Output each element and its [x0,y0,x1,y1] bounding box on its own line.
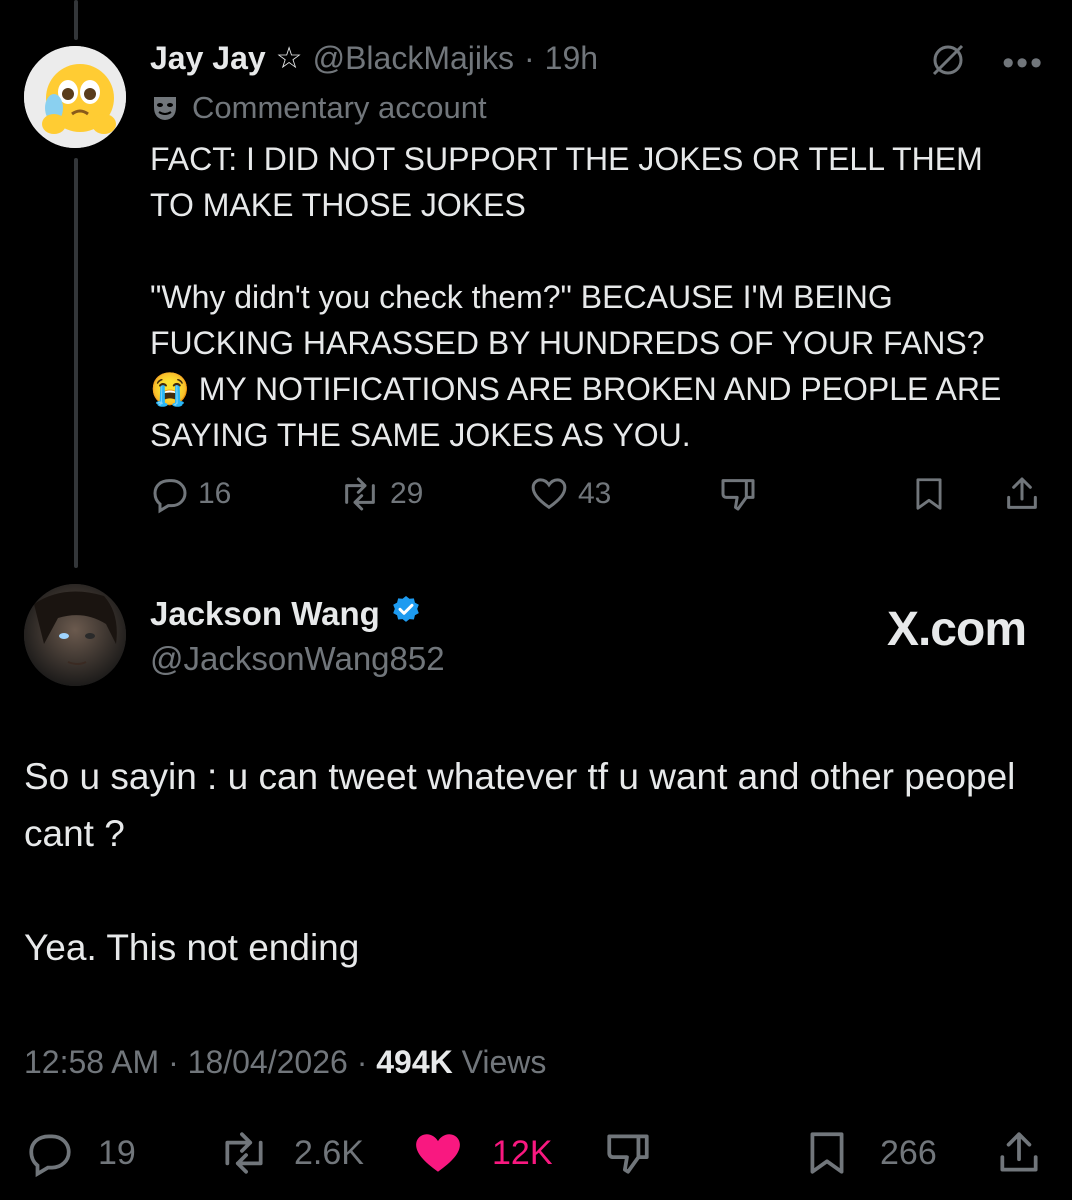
reply-count: 16 [198,477,232,510]
bookmark-icon [916,478,942,510]
thread-line-top [74,0,78,40]
pleading-face-avatar-icon [24,46,126,148]
reply-icon [29,1134,71,1178]
more-icon[interactable]: ••• [1002,46,1044,80]
avatar[interactable] [24,584,126,686]
reply-paragraph-2: "Why didn't you check them?" BECAUSE I'M… [150,279,1002,453]
share-icon [1007,477,1037,509]
main-time[interactable]: 12:58 AM [24,1044,159,1080]
share-button[interactable] [994,1128,1044,1178]
brand-watermark: X.com [886,603,1027,656]
share-button[interactable] [1002,474,1042,514]
reply-text: FACT: I DID NOT SUPPORT THE JOKES OR TEL… [150,136,1030,458]
separator: · [168,1044,179,1080]
views-label: Views [461,1044,547,1080]
separator: · [356,1044,368,1080]
dislike-button[interactable] [602,1128,654,1178]
repost-button[interactable]: 2.6K [216,1128,364,1178]
main-text: So u sayin : u can tweet whatever tf u w… [24,748,1034,976]
dislike-button[interactable] [718,474,758,514]
bookmark-count: 266 [880,1133,937,1172]
dislike-icon [607,1134,649,1174]
bookmark-button[interactable] [910,474,948,514]
like-count: 12K [492,1133,553,1172]
bookmark-button[interactable]: 266 [802,1128,937,1178]
like-button[interactable]: 43 [528,474,611,514]
verified-badge-icon [390,594,422,634]
reply-icon [153,479,187,514]
share-icon [1000,1132,1038,1172]
repost-icon [225,1132,263,1174]
like-icon [416,1134,460,1172]
repost-count: 2.6K [294,1133,364,1172]
reply-display-name[interactable]: Jay Jay [150,40,266,77]
main-handle[interactable]: @JacksonWang852 [150,640,445,678]
main-date[interactable]: 18/04/2026 [188,1044,348,1080]
thread-line [74,158,78,568]
reply-header-icons: ••• [928,40,1044,85]
commentary-text: Commentary account [192,90,487,125]
dislike-icon [721,479,755,511]
like-button[interactable]: 12K [410,1128,553,1178]
main-name-row: Jackson Wang [150,594,445,634]
reply-action-bar: 16 29 43 [150,474,1046,516]
star-icon: ☆ [275,42,303,75]
repost-icon [345,477,375,511]
views-count: 494K [376,1044,453,1080]
reply-handle[interactable]: @BlackMajiks [313,40,514,77]
main-action-bar: 19 2.6K 12K 266 [24,1128,1048,1178]
repost-count: 29 [390,477,424,510]
reply-button[interactable]: 16 [150,474,231,514]
bookmark-icon [810,1132,844,1174]
reply-time[interactable]: 19h [545,40,598,77]
main-display-name[interactable]: Jackson Wang [150,595,380,633]
reply-button[interactable]: 19 [24,1128,136,1178]
separator: · [523,40,535,76]
main-paragraph-1: So u sayin : u can tweet whatever tf u w… [24,756,1016,854]
repost-button[interactable]: 29 [338,474,423,514]
main-paragraph-2: Yea. This not ending [24,927,360,968]
mask-icon [150,93,180,123]
reply-count: 19 [98,1133,136,1172]
like-count: 43 [578,477,612,510]
like-icon [531,478,567,510]
reply-author-row: Jay Jay ☆ @BlackMajiks · 19h [150,40,598,77]
commentary-label: Commentary account [150,90,487,126]
profile-photo-icon [24,584,126,686]
main-author-block: Jackson Wang @JacksonWang852 [150,594,445,678]
reply-paragraph-1: FACT: I DID NOT SUPPORT THE JOKES OR TEL… [150,141,983,223]
tweet-meta: 12:58 AM · 18/04/2026 · 494K Views [24,1044,546,1081]
avatar[interactable] [24,46,126,148]
no-grok-icon[interactable] [928,40,968,85]
